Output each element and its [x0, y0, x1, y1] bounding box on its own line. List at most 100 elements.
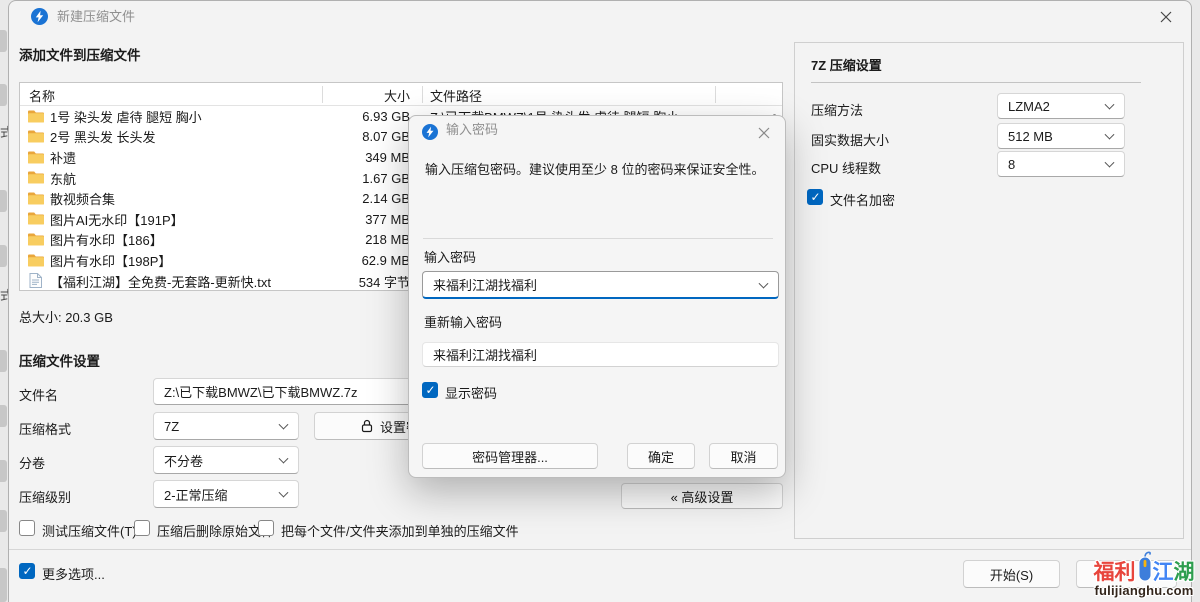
column-separator[interactable]: [322, 86, 323, 103]
ok-button[interactable]: 确定: [627, 443, 695, 469]
file-name: 【福利江湖】全免费-无套路-更新快.txt: [50, 272, 271, 291]
panel-divider: [811, 82, 1141, 83]
password-manager-button[interactable]: 密码管理器...: [422, 443, 598, 469]
encrypt-filenames-checkbox[interactable]: [807, 189, 823, 205]
file-name: 散视频合集: [50, 189, 115, 208]
file-name: 图片有水印【198P】: [50, 251, 171, 270]
nanazip-app-icon: [31, 8, 48, 25]
nanazip-app-icon: [422, 124, 438, 140]
dialog-message: 输入压缩包密码。建议使用至少 8 位的密码来保证安全性。: [425, 160, 770, 179]
file-size: 2.14 GB: [314, 191, 410, 206]
show-password-checkbox[interactable]: [422, 382, 438, 398]
file-size: 218 MB: [314, 232, 410, 247]
ok-button-label: 确定: [648, 447, 674, 466]
advanced-settings-label: « 高级设置: [671, 487, 734, 506]
7z-settings-panel: 7Z 压缩设置 压缩方法 LZMA2 固实数据大小 512 MB CPU 线程数…: [794, 42, 1184, 539]
password-value: 来福利江湖找福利: [433, 275, 537, 294]
level-label: 压缩级别: [19, 487, 71, 506]
file-name: 补遗: [50, 148, 76, 167]
chevron-down-icon: [759, 278, 769, 288]
format-label: 压缩格式: [19, 419, 71, 438]
cpu-threads-value: 8: [1008, 157, 1015, 172]
method-value: LZMA2: [1008, 99, 1050, 114]
filename-label: 文件名: [19, 385, 58, 404]
bg-bar: [0, 30, 7, 52]
watermark-text-row: 福利 江 湖: [1092, 545, 1196, 583]
file-size: 6.93 GB: [314, 109, 410, 124]
test-archive-checkbox[interactable]: [19, 520, 35, 536]
folder-icon: [28, 232, 44, 246]
column-separator[interactable]: [422, 86, 423, 103]
separate-archives-label: 把每个文件/文件夹添加到单独的压缩文件: [281, 521, 519, 540]
delete-after-checkbox[interactable]: [134, 520, 150, 536]
bg-clipped-text: 式: [0, 285, 8, 304]
more-options-checkbox[interactable]: [19, 563, 35, 579]
enter-password-dialog: 输入密码 输入压缩包密码。建议使用至少 8 位的密码来保证安全性。 输入密码 来…: [408, 115, 786, 478]
bg-bar: [0, 350, 7, 372]
solid-size-value: 512 MB: [1008, 129, 1053, 144]
advanced-settings-button[interactable]: « 高级设置: [621, 483, 783, 509]
mouse-icon: [1137, 549, 1153, 583]
column-header-size[interactable]: 大小: [314, 86, 410, 105]
volume-label: 分卷: [19, 453, 45, 472]
file-size: 1.67 GB: [314, 171, 410, 186]
dialog-close-button[interactable]: [751, 122, 777, 144]
cancel-button-label: 取消: [730, 447, 756, 466]
file-name: 东航: [50, 169, 76, 188]
column-header-path[interactable]: 文件路径: [430, 86, 482, 105]
bg-bar: [0, 190, 7, 212]
bg-clipped-text: 式: [0, 122, 8, 141]
reenter-password-value: 来福利江湖找福利: [433, 345, 537, 364]
watermark-text-green: 湖: [1174, 562, 1195, 583]
file-name: 2号 黑头发 长头发: [50, 127, 155, 146]
method-dropdown[interactable]: LZMA2: [997, 93, 1125, 119]
folder-icon: [28, 129, 44, 143]
file-name: 1号 染头发 虐待 腿短 胸小: [50, 107, 202, 126]
separate-archives-checkbox[interactable]: [258, 520, 274, 536]
file-list-header[interactable]: 名称 大小 文件路径: [20, 83, 782, 106]
folder-icon: [28, 170, 44, 184]
cpu-threads-label: CPU 线程数: [811, 158, 881, 177]
bg-bar: [0, 568, 7, 602]
add-files-section-title: 添加文件到压缩文件: [19, 44, 141, 64]
close-icon: [1160, 11, 1172, 23]
close-icon: [758, 127, 770, 139]
filename-value: Z:\已下载BMWZ\已下载BMWZ.7z: [164, 382, 358, 401]
watermark-logo: 福利 江 湖 fulijianghu.com: [1092, 545, 1196, 598]
solid-size-dropdown[interactable]: 512 MB: [997, 123, 1125, 149]
column-separator[interactable]: [715, 86, 716, 103]
file-size: 377 MB: [314, 212, 410, 227]
start-button-label: 开始(S): [990, 565, 1033, 584]
cancel-button[interactable]: 取消: [709, 443, 778, 469]
reenter-password-input[interactable]: 来福利江湖找福利: [422, 342, 779, 367]
text-file-icon: [29, 273, 42, 288]
test-archive-label: 测试压缩文件(T): [42, 521, 137, 540]
bg-bar: [0, 510, 7, 532]
window-close-button[interactable]: [1153, 6, 1179, 28]
more-options-label: 更多选项...: [42, 564, 105, 583]
file-size: 534 字节: [314, 272, 410, 291]
dialog-divider: [423, 238, 773, 239]
chevron-down-icon: [1105, 130, 1115, 140]
folder-icon: [28, 191, 44, 205]
password-manager-label: 密码管理器...: [472, 447, 548, 466]
total-size-text: 总大小: 20.3 GB: [19, 307, 113, 326]
password-input[interactable]: 来福利江湖找福利: [422, 271, 779, 299]
format-dropdown[interactable]: 7Z: [153, 412, 299, 440]
bg-bar: [0, 405, 7, 427]
chevron-down-icon: [1105, 158, 1115, 168]
bg-bar: [0, 460, 7, 482]
archive-settings-section-title: 压缩文件设置: [19, 350, 100, 370]
lock-icon: [361, 419, 373, 433]
folder-icon: [28, 253, 44, 267]
format-value: 7Z: [164, 419, 179, 434]
7z-settings-title: 7Z 压缩设置: [811, 55, 882, 74]
watermark-url: fulijianghu.com: [1092, 583, 1196, 598]
column-header-name[interactable]: 名称: [29, 86, 55, 105]
bottom-divider: [9, 549, 1191, 550]
level-dropdown[interactable]: 2-正常压缩: [153, 480, 299, 508]
volume-dropdown[interactable]: 不分卷: [153, 446, 299, 474]
start-button[interactable]: 开始(S): [963, 560, 1060, 588]
cpu-threads-dropdown[interactable]: 8: [997, 151, 1125, 177]
chevron-down-icon: [279, 454, 289, 464]
